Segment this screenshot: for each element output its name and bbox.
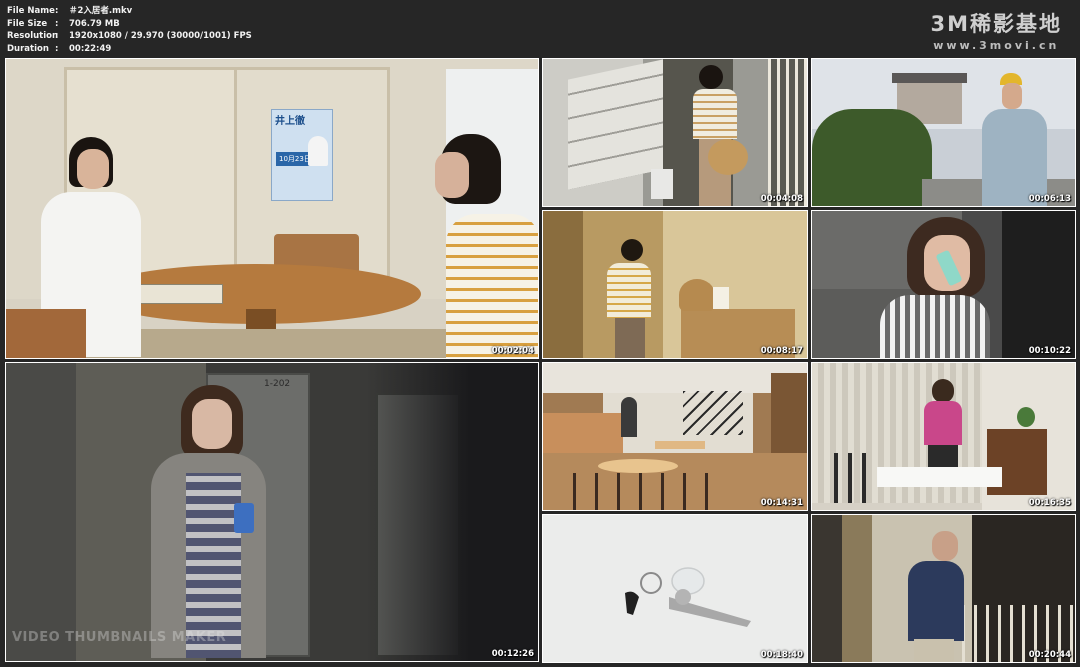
nurse-face [77, 149, 109, 189]
file-name-row: File Name : ＃2入居者.mkv [7, 5, 252, 18]
chair-left [6, 309, 86, 358]
timestamp: 00:14:31 [760, 498, 803, 508]
duration-value: 00:22:49 [69, 43, 112, 54]
woman-pants [615, 318, 645, 358]
poster-portrait [308, 136, 328, 166]
counter [543, 413, 623, 453]
file-size-row: File Size : 706.79 MB [7, 18, 252, 31]
door-frame [842, 515, 872, 662]
man-shirt [908, 561, 964, 641]
duration-row: Duration : 00:22:49 [7, 43, 252, 56]
plant [1017, 407, 1035, 427]
poster: 井上徹 10月23日 [271, 109, 333, 201]
woman-hair [621, 239, 643, 261]
file-name-key: File Name [7, 6, 55, 16]
basket [679, 279, 715, 311]
poster-name: 井上徹 [275, 116, 305, 127]
keys-image [625, 567, 751, 627]
trees [812, 109, 932, 206]
thumbnail-9[interactable]: 00:18:40 [542, 514, 808, 663]
table [598, 459, 678, 473]
key-silver-head [675, 589, 691, 605]
woman-skirt [928, 445, 958, 469]
duration-key: Duration [7, 43, 49, 54]
key-black [625, 591, 639, 615]
timestamp: 00:08:17 [760, 346, 803, 356]
chairs [834, 453, 874, 503]
man-pants [914, 639, 954, 662]
woman-face [435, 152, 469, 198]
timestamp: 00:18:40 [760, 650, 803, 660]
key-fob [671, 567, 705, 595]
timestamp: 00:10:22 [1028, 346, 1071, 356]
thumbnail-8[interactable]: 00:16:35 [811, 362, 1076, 511]
file-name-value: ＃2入居者.mkv [69, 6, 133, 16]
woman-striped-shirt [446, 214, 538, 358]
thumbnail-10[interactable]: 00:20:44 [811, 514, 1076, 663]
key-ring [640, 572, 662, 594]
worker-uniform [982, 109, 1047, 206]
timestamp: 00:12:26 [491, 649, 534, 659]
chairs [573, 473, 723, 510]
woman-hair [699, 65, 723, 89]
thumbnail-3[interactable]: 00:06:13 [811, 58, 1076, 207]
bin [651, 169, 673, 199]
thumbnail-4[interactable]: 00:08:17 [542, 210, 808, 359]
ceiling [543, 363, 807, 393]
site-watermark: 3M稀影基地 www.3movi.cn [930, 8, 1062, 52]
separator: : [55, 18, 59, 29]
straw-bag [708, 139, 748, 175]
woman-hair [932, 379, 954, 403]
worker-face [1002, 83, 1022, 109]
resolution-row: Resolution : 1920x1080 / 29.970 (30000/1… [7, 30, 252, 43]
thumbnail-2[interactable]: 00:04:08 [542, 58, 808, 207]
shadow [366, 363, 538, 661]
can [234, 503, 254, 533]
file-info-panel: File Name : ＃2入居者.mkv File Size : 706.79… [7, 5, 252, 55]
person [621, 397, 637, 437]
watermark-url: www.3movi.cn [933, 39, 1060, 52]
girl-face [192, 399, 232, 449]
thumbnail-5[interactable]: 00:10:22 [811, 210, 1076, 359]
house-roof [892, 73, 967, 83]
table-2 [655, 441, 705, 449]
file-size-key: File Size [7, 18, 48, 29]
timestamp: 00:04:08 [760, 194, 803, 204]
thumbnail-1[interactable]: 井上徹 10月23日 00:02:04 [5, 58, 539, 359]
thumbnail-6[interactable]: 1-202 VIDEO THUMBNAILS MAKER 00:12:26 [5, 362, 539, 662]
dark-room [1002, 211, 1075, 358]
staircase [683, 391, 743, 435]
left-wall [543, 211, 583, 358]
timestamp: 00:06:13 [1028, 194, 1071, 204]
photo-frame [713, 287, 729, 309]
left-wall [6, 363, 76, 661]
separator: : [55, 43, 59, 54]
watermark-title: 3M稀影基地 [930, 12, 1062, 36]
woman-pink-top [924, 401, 962, 445]
white-table [877, 467, 1002, 487]
timestamp: 00:20:44 [1028, 650, 1071, 660]
timestamp: 00:16:35 [1028, 498, 1071, 508]
woman-top [880, 295, 990, 358]
woman-shirt [607, 263, 651, 318]
separator: : [55, 31, 59, 41]
stair-rail [768, 59, 807, 206]
man-head [932, 531, 958, 561]
door-number: 1-202 [264, 379, 291, 389]
resolution-key: Resolution [7, 31, 59, 41]
woman-figure [411, 134, 538, 358]
woman-shirt [693, 89, 737, 139]
thumbnail-7[interactable]: 00:14:31 [542, 362, 808, 511]
separator: : [55, 6, 59, 16]
maker-watermark: VIDEO THUMBNAILS MAKER [12, 630, 227, 645]
file-size-value: 706.79 MB [69, 18, 120, 29]
resolution-value: 1920x1080 / 29.970 (30000/1001) FPS [69, 31, 252, 41]
timestamp: 00:02:04 [491, 346, 534, 356]
